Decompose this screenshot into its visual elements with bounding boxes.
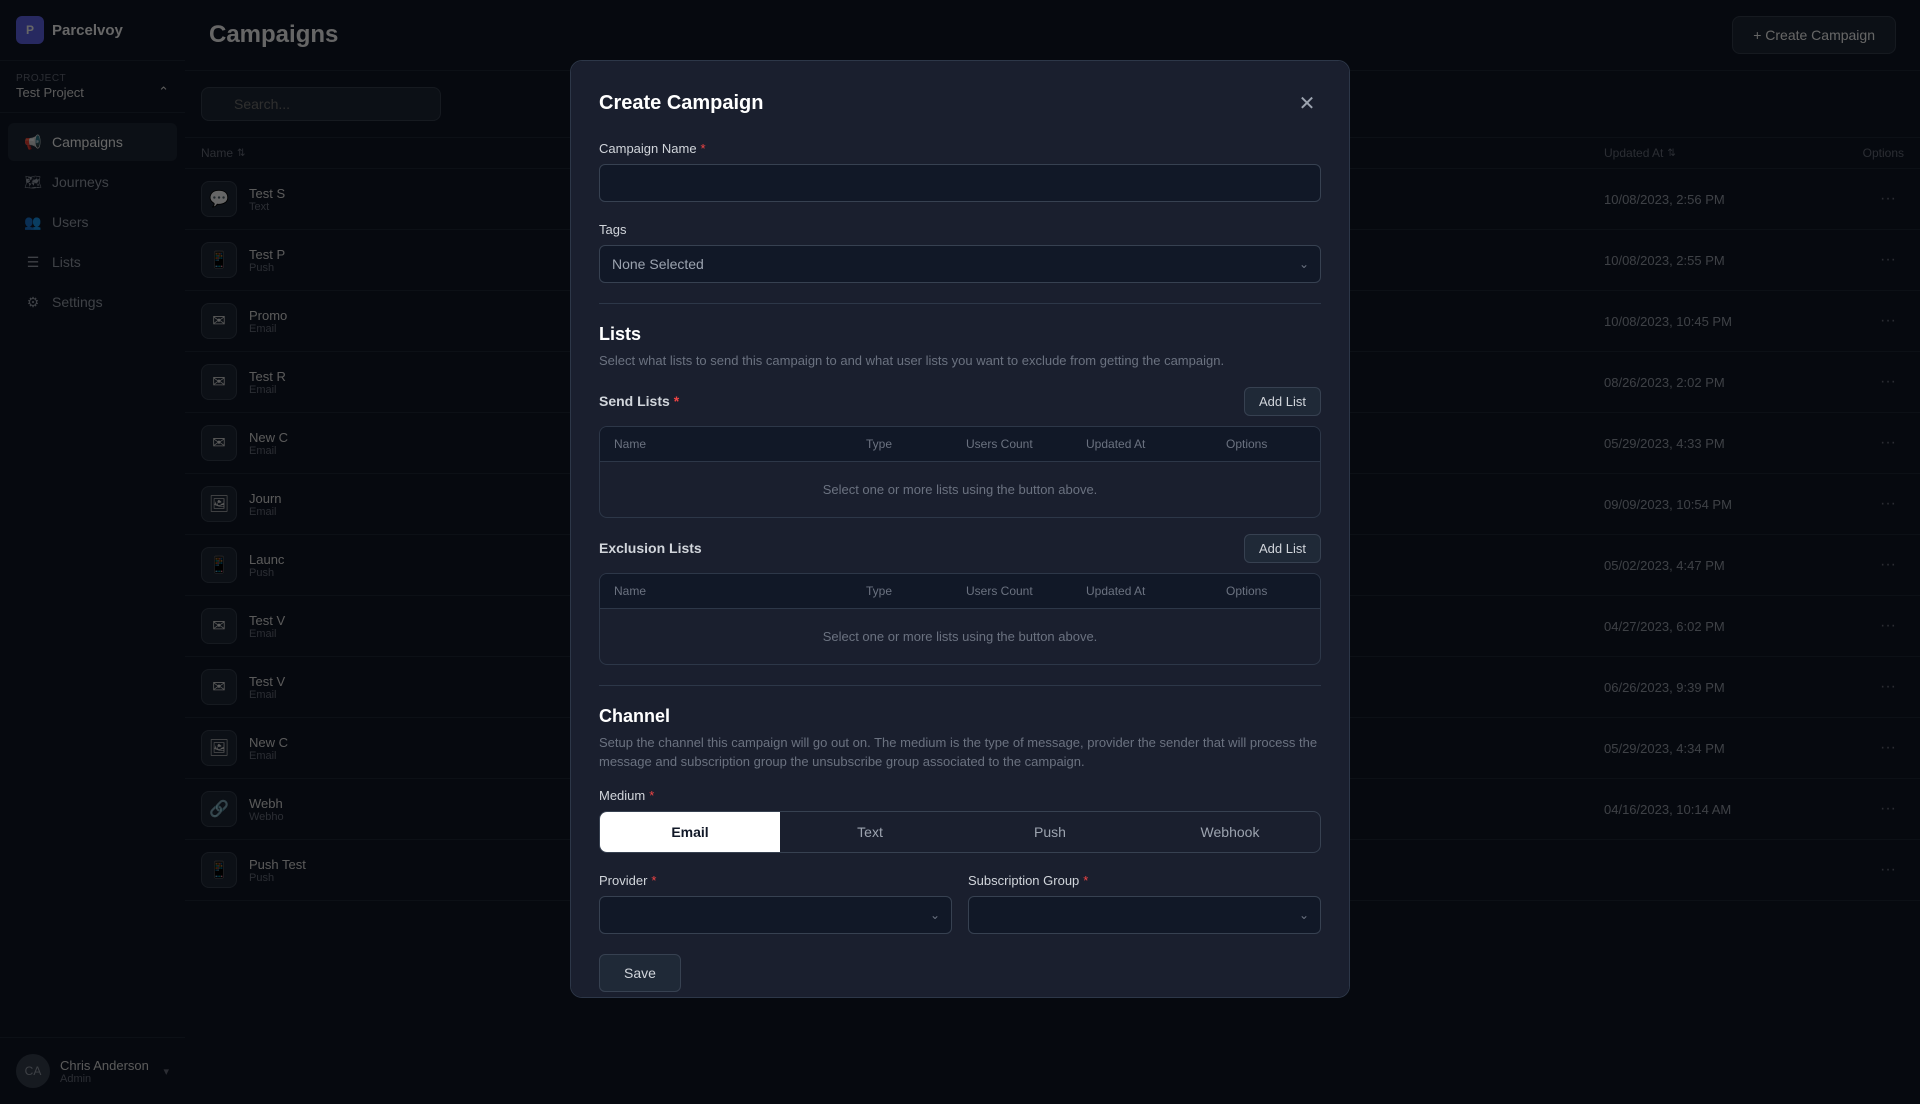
channel-section-desc: Setup the channel this campaign will go … [599, 733, 1321, 772]
medium-text-button[interactable]: Text [780, 812, 960, 852]
medium-push-button[interactable]: Push [960, 812, 1140, 852]
modal-header: Create Campaign ✕ [599, 89, 1321, 117]
provider-label: Provider * [599, 873, 952, 888]
required-indicator: * [1083, 873, 1088, 888]
medium-selector: Email Text Push Webhook [599, 811, 1321, 853]
channel-section: Channel Setup the channel this campaign … [599, 706, 1321, 992]
medium-email-button[interactable]: Email [600, 812, 780, 852]
channel-section-title: Channel [599, 706, 1321, 727]
modal-title: Create Campaign [599, 92, 764, 115]
modal-overlay[interactable]: Create Campaign ✕ Campaign Name * Tags N… [0, 0, 1920, 1104]
tags-group: Tags None Selected ⌄ [599, 222, 1321, 283]
subscription-group-group: Subscription Group * ⌄ [968, 873, 1321, 934]
exclusion-lists-table-header: Name Type Users Count Updated At Options [600, 574, 1320, 609]
campaign-name-group: Campaign Name * [599, 141, 1321, 202]
save-section: Save [599, 954, 1321, 992]
send-lists-empty: Select one or more lists using the butto… [600, 462, 1320, 517]
medium-webhook-button[interactable]: Webhook [1140, 812, 1320, 852]
tags-label: Tags [599, 222, 1321, 237]
provider-select[interactable] [599, 896, 952, 934]
required-indicator: * [649, 788, 654, 803]
required-indicator: * [674, 393, 679, 409]
lists-section-title: Lists [599, 324, 1321, 345]
medium-label: Medium * [599, 788, 1321, 803]
provider-group: Provider * ⌄ [599, 873, 952, 934]
required-indicator: * [651, 873, 656, 888]
add-exclusion-list-button[interactable]: Add List [1244, 534, 1321, 563]
send-lists-table-header: Name Type Users Count Updated At Options [600, 427, 1320, 462]
campaign-name-input[interactable] [599, 164, 1321, 202]
create-campaign-modal: Create Campaign ✕ Campaign Name * Tags N… [570, 60, 1350, 998]
exclusion-lists-title: Exclusion Lists [599, 540, 702, 556]
send-lists-header: Send Lists * Add List [599, 387, 1321, 416]
tags-select[interactable]: None Selected [599, 245, 1321, 283]
subscription-group-label: Subscription Group * [968, 873, 1321, 888]
provider-subscription-grid: Provider * ⌄ Subscription Group * [599, 873, 1321, 934]
subscription-group-select-wrapper: ⌄ [968, 896, 1321, 934]
send-lists-title: Send Lists * [599, 393, 679, 409]
save-button[interactable]: Save [599, 954, 681, 992]
provider-select-wrapper: ⌄ [599, 896, 952, 934]
send-lists-subsection: Send Lists * Add List Name Type Users Co… [599, 387, 1321, 518]
lists-section-desc: Select what lists to send this campaign … [599, 351, 1321, 371]
modal-close-button[interactable]: ✕ [1293, 89, 1321, 117]
lists-section: Lists Select what lists to send this cam… [599, 324, 1321, 665]
add-send-list-button[interactable]: Add List [1244, 387, 1321, 416]
exclusion-lists-subsection: Exclusion Lists Add List Name Type Users… [599, 534, 1321, 665]
exclusion-lists-empty: Select one or more lists using the butto… [600, 609, 1320, 664]
exclusion-lists-header: Exclusion Lists Add List [599, 534, 1321, 563]
subscription-group-select[interactable] [968, 896, 1321, 934]
medium-group: Medium * Email Text Push Webhook [599, 788, 1321, 853]
campaign-name-label: Campaign Name * [599, 141, 1321, 156]
exclusion-lists-table: Name Type Users Count Updated At Options… [599, 573, 1321, 665]
send-lists-table: Name Type Users Count Updated At Options… [599, 426, 1321, 518]
required-indicator: * [701, 141, 706, 156]
tags-select-wrapper: None Selected ⌄ [599, 245, 1321, 283]
